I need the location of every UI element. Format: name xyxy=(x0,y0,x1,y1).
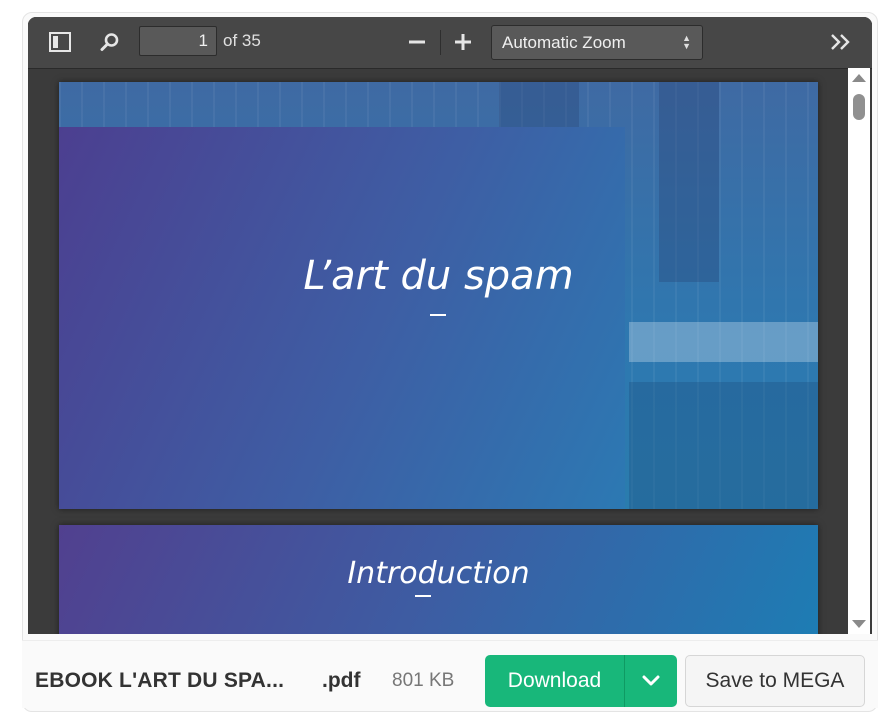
select-arrows-icon: ▲ ▼ xyxy=(682,33,691,51)
file-info-bar: EBOOK L'ART DU SPA... .pdf 801 KB Downlo… xyxy=(22,640,878,708)
search-icon xyxy=(100,33,119,51)
download-button-group: Download xyxy=(485,655,677,707)
background-street xyxy=(629,382,818,509)
page-number-input[interactable] xyxy=(139,26,217,56)
page-1-title: L’art du spam xyxy=(303,253,574,299)
minus-icon xyxy=(409,40,425,44)
vertical-scrollbar[interactable] xyxy=(848,68,870,634)
background-building xyxy=(659,82,719,282)
scrollbar-thumb[interactable] xyxy=(853,94,865,120)
scroll-up-arrow-icon[interactable] xyxy=(852,74,866,82)
zoom-in-button[interactable] xyxy=(448,26,478,58)
sidebar-toggle-icon xyxy=(49,32,71,52)
chevron-down-icon xyxy=(642,675,660,686)
pdf-page-1: L’art du spam xyxy=(59,82,818,509)
file-size: 801 KB xyxy=(392,670,455,691)
search-button[interactable] xyxy=(94,26,126,58)
file-name: EBOOK L'ART DU SPA... xyxy=(35,669,285,692)
title-panel xyxy=(59,127,625,509)
file-extension: .pdf xyxy=(322,669,361,692)
save-to-mega-button[interactable]: Save to MEGA xyxy=(685,655,865,707)
double-chevron-right-icon xyxy=(831,34,850,50)
background-bridge xyxy=(629,322,818,362)
title-underline xyxy=(415,595,431,597)
sidebar-toggle-button[interactable] xyxy=(44,26,76,58)
page-count-label: of 35 xyxy=(223,31,261,50)
download-options-button[interactable] xyxy=(625,655,677,707)
zoom-select-value: Automatic Zoom xyxy=(502,32,626,52)
title-underline xyxy=(430,314,446,316)
download-button[interactable]: Download xyxy=(485,655,624,707)
pdf-toolbar: of 35 Automatic Zoom ▲▼ xyxy=(28,17,872,68)
tools-button[interactable] xyxy=(824,26,858,58)
plus-icon xyxy=(455,34,471,50)
scroll-down-arrow-icon[interactable] xyxy=(852,620,866,628)
toolbar-separator xyxy=(440,30,441,55)
zoom-select[interactable]: Automatic Zoom ▲ ▼ xyxy=(491,25,703,60)
zoom-out-button[interactable] xyxy=(402,26,432,58)
pdf-page-2: Introduction xyxy=(59,525,818,634)
pdf-viewer: of 35 Automatic Zoom ▲▼ xyxy=(28,17,872,634)
page-2-title: Introduction xyxy=(347,556,530,591)
